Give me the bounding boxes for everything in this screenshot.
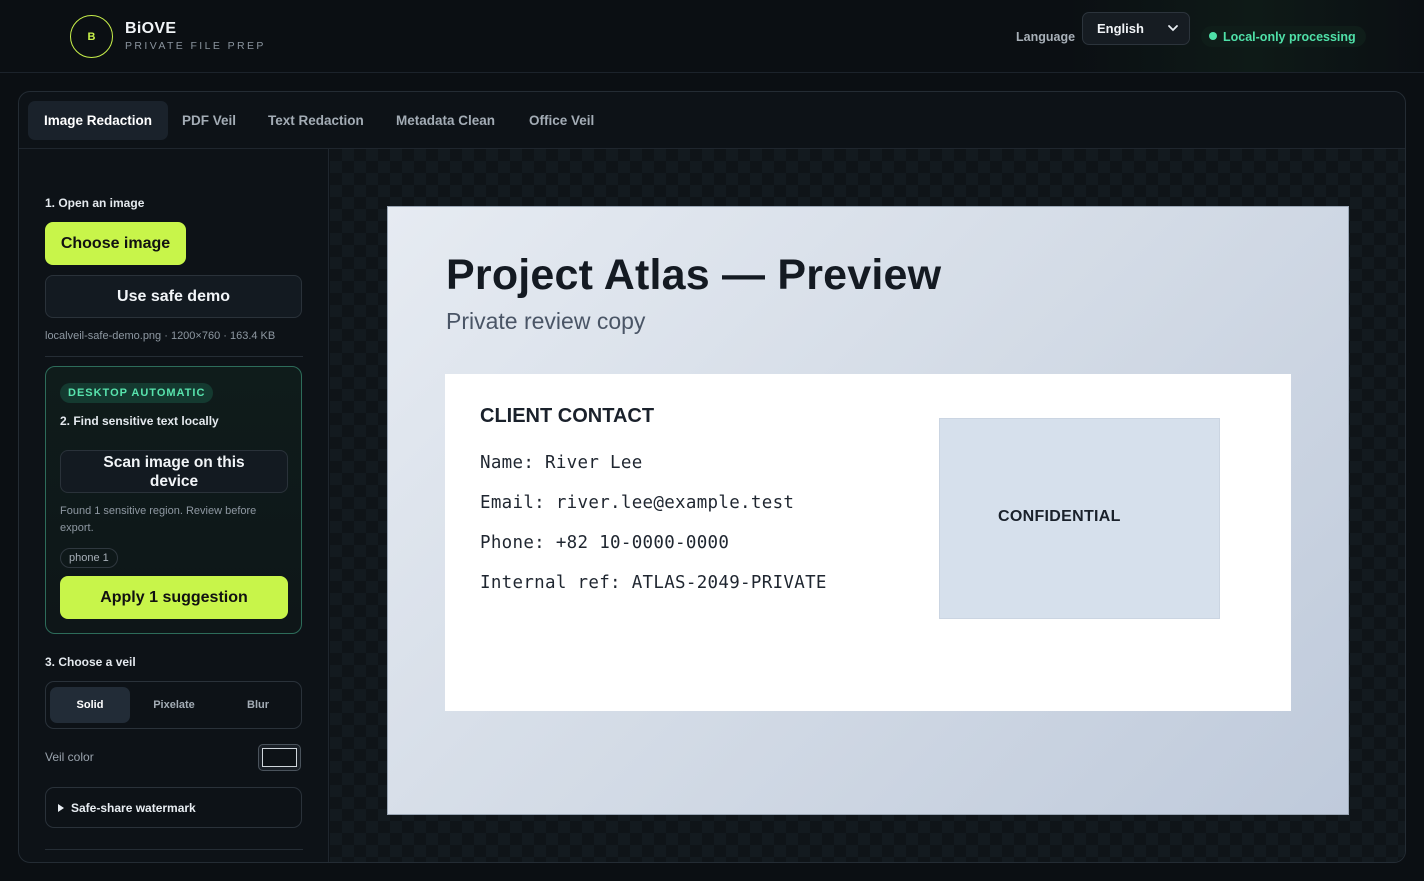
- watermark-toggle[interactable]: Safe-share watermark: [45, 787, 302, 828]
- app-header: B BiOVE PRIVATE FILE PREP Language Engli…: [0, 0, 1424, 73]
- main-panel: Image Redaction PDF Veil Text Redaction …: [18, 91, 1406, 863]
- tab-pdf-veil[interactable]: PDF Veil: [166, 101, 252, 140]
- veil-color-fill: [262, 748, 297, 767]
- use-safe-demo-button[interactable]: Use safe demo: [45, 275, 302, 318]
- apply-suggestion-button[interactable]: Apply 1 suggestion: [60, 576, 288, 619]
- auto-scan-card: DESKTOP AUTOMATIC 2. Find sensitive text…: [45, 366, 302, 634]
- language-select[interactable]: English: [1082, 12, 1190, 45]
- doc-title: Project Atlas — Preview: [446, 251, 942, 299]
- tab-text-redaction[interactable]: Text Redaction: [252, 101, 380, 140]
- veil-color-label: Veil color: [45, 750, 94, 764]
- tab-office-veil[interactable]: Office Veil: [513, 101, 610, 140]
- scan-result-text: Found 1 sensitive region. Review before …: [60, 505, 257, 534]
- veil-option-pixelate[interactable]: Pixelate: [134, 687, 214, 723]
- tab-metadata-clean[interactable]: Metadata Clean: [380, 101, 511, 140]
- veil-option-solid[interactable]: Solid: [50, 687, 130, 723]
- triangle-right-icon: [58, 803, 64, 812]
- choose-image-button[interactable]: Choose image: [45, 222, 186, 265]
- veil-type-selector: Solid Pixelate Blur: [45, 681, 302, 729]
- card-heading: CLIENT CONTACT: [480, 405, 655, 427]
- watermark-label: Safe-share watermark: [71, 800, 196, 815]
- brand-logo: B: [70, 15, 113, 58]
- chevron-down-icon: [1168, 25, 1178, 32]
- status-text: Local-only processing: [1223, 29, 1356, 44]
- step1-title: 1. Open an image: [45, 196, 145, 210]
- contact-email-line: Email: river.lee@example.test: [480, 493, 795, 513]
- internal-ref-line: Internal ref: ATLAS-2049-PRIVATE: [480, 573, 827, 593]
- preview-canvas[interactable]: Project Atlas — Preview Private review c…: [330, 149, 1405, 862]
- veil-option-blur[interactable]: Blur: [218, 687, 298, 723]
- desktop-automatic-badge: DESKTOP AUTOMATIC: [60, 383, 214, 403]
- contact-card: CLIENT CONTACT Name: River Lee Email: ri…: [445, 374, 1291, 711]
- doc-subtitle: Private review copy: [446, 308, 646, 334]
- veil-color-picker[interactable]: [258, 744, 301, 771]
- divider: [45, 356, 303, 357]
- contact-name-line: Name: River Lee: [480, 453, 643, 473]
- step2-title: 2. Find sensitive text locally: [60, 414, 219, 428]
- divider: [45, 849, 303, 850]
- language-label: Language: [1016, 30, 1076, 44]
- status-dot-icon: [1209, 32, 1217, 40]
- sidebar: 1. Open an image Choose image Use safe d…: [19, 149, 329, 862]
- brand-subtitle: PRIVATE FILE PREP: [125, 40, 266, 52]
- confidential-stamp: CONFIDENTIAL: [998, 508, 1121, 525]
- brand-name: BiOVE: [125, 20, 177, 37]
- logo-letter: B: [87, 30, 96, 43]
- image-preview[interactable]: Project Atlas — Preview Private review c…: [387, 206, 1349, 815]
- file-info: localveil-safe-demo.png · 1200×760 · 163…: [45, 330, 276, 342]
- phone-chip[interactable]: phone 1: [60, 548, 118, 568]
- status-badge: Local-only processing: [1201, 26, 1366, 47]
- tab-image-redaction[interactable]: Image Redaction: [28, 101, 169, 140]
- confidential-box: CONFIDENTIAL: [939, 418, 1220, 619]
- language-value: English: [1097, 21, 1144, 36]
- contact-phone-line: Phone: +82 10-0000-0000: [480, 533, 730, 553]
- scan-image-button[interactable]: Scan image on this device: [60, 450, 288, 493]
- step3-title: 3. Choose a veil: [45, 655, 136, 669]
- tab-bar: Image Redaction PDF Veil Text Redaction …: [19, 92, 1405, 149]
